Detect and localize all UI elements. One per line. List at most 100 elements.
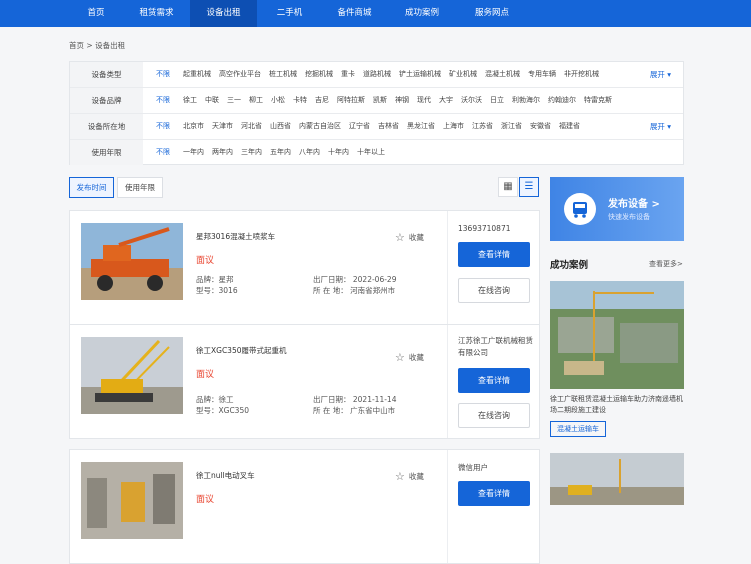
nav-equipment-rental[interactable]: 设备出租 [190,0,257,27]
filter-option[interactable]: 两年内 [212,140,233,165]
view-details-button[interactable]: 查看详情 [458,481,530,506]
filter-option[interactable]: 吉林省 [378,114,399,139]
filter-option[interactable]: 小松 [271,88,285,113]
filter-option[interactable]: 吉尼 [315,88,329,113]
equipment-photo[interactable] [81,223,183,300]
nav-success-cases[interactable]: 成功案例 [387,0,457,27]
expand-button[interactable]: 展开 ▾ [650,114,671,139]
listing-card: 徐工XGC350履带式起重机 面议 品牌：徐工 型号：XGC350 出厂日期： … [69,324,540,439]
listing-price: 面议 [196,256,215,266]
case-caption[interactable]: 徐工广联租赁混凝土运输车助力济南遥墙机场二期段施工建设 [550,394,684,416]
filter-option[interactable]: 凯斯 [373,88,387,113]
contact-info: 微信用户 [458,463,488,472]
list-view-button[interactable]: ☰ [519,177,539,197]
filter-option[interactable]: 三一 [227,88,241,113]
filter-option[interactable]: 福建省 [559,114,580,139]
filter-option[interactable]: 高空作业平台 [219,62,261,87]
favorite-button[interactable]: ☆ 收藏 [395,231,424,244]
filter-option[interactable]: 矿业机械 [449,62,477,87]
view-details-button[interactable]: 查看详情 [458,368,530,393]
case-photo[interactable] [550,453,684,505]
filter-option-any[interactable]: 不限 [156,88,170,113]
filter-option[interactable]: 阿特拉斯 [337,88,365,113]
sort-tab-publish-time[interactable]: 发布时间 [69,177,114,198]
case-tag[interactable]: 混凝土运输车 [550,421,606,437]
filter-option[interactable]: 五年内 [270,140,291,165]
sort-tab-years[interactable]: 使用年限 [117,177,163,198]
grid-icon: ▦ [503,181,513,192]
favorite-button[interactable]: ☆ 收藏 [395,470,424,483]
brand-field: 品牌：星邦 [196,275,234,284]
filter-option[interactable]: 起重机械 [183,62,211,87]
consult-online-button[interactable]: 在线咨询 [458,403,530,428]
nav-parts-mall[interactable]: 备件商城 [322,0,387,27]
filter-option[interactable]: 现代 [417,88,431,113]
filter-option[interactable]: 非开挖机械 [564,62,599,87]
filter-option[interactable]: 利勃海尔 [512,88,540,113]
filter-option[interactable]: 一年内 [183,140,204,165]
filter-option[interactable]: 专用车辆 [528,62,556,87]
filter-option[interactable]: 安徽省 [530,114,551,139]
filter-option[interactable]: 桩工机械 [269,62,297,87]
filter-option-any[interactable]: 不限 [156,62,170,87]
filter-option[interactable]: 天津市 [212,114,233,139]
cases-more-link[interactable]: 查看更多> [649,259,683,269]
equipment-photo[interactable] [81,462,183,539]
filter-option[interactable]: 辽宁省 [349,114,370,139]
filter-option[interactable]: 特雷克斯 [584,88,612,113]
filter-option[interactable]: 中联 [205,88,219,113]
listing-title[interactable]: 徐工XGC350履带式起重机 [196,345,287,356]
filter-option[interactable]: 上海市 [443,114,464,139]
filter-option[interactable]: 大宇 [439,88,453,113]
breadcrumb: 首页 > 设备出租 [69,40,125,51]
filter-option[interactable]: 徐工 [183,88,197,113]
bus-icon [564,193,596,225]
filter-option[interactable]: 江苏省 [472,114,493,139]
filter-label: 使用年限 [70,140,143,165]
nav-home[interactable]: 首页 [69,0,123,27]
breadcrumb-home[interactable]: 首页 [69,41,84,50]
listing-title[interactable]: 徐工null电动叉车 [196,470,255,481]
nav-rental-demand[interactable]: 租赁需求 [123,0,190,27]
expand-button[interactable]: 展开 ▾ [650,62,671,87]
filter-option-any[interactable]: 不限 [156,114,170,139]
case-photo[interactable] [550,281,684,389]
consult-online-button[interactable]: 在线咨询 [458,278,530,303]
top-navigation: 首页 租赁需求 设备出租 二手机 备件商城 成功案例 服务网点 [0,0,751,27]
listing-title[interactable]: 星邦3016混凝土喷浆车 [196,231,275,242]
grid-view-button[interactable]: ▦ [498,177,518,197]
filter-label: 设备所在地 [70,114,143,139]
filter-option[interactable]: 约翰迪尔 [548,88,576,113]
filter-option[interactable]: 铲土运输机械 [399,62,441,87]
filter-option[interactable]: 十年内 [328,140,349,165]
filter-option-any[interactable]: 不限 [156,140,170,165]
filter-option[interactable]: 内蒙古自治区 [299,114,341,139]
favorite-button[interactable]: ☆ 收藏 [395,351,424,364]
date-field: 出厂日期： 2021-11-14 [313,395,397,404]
filter-option[interactable]: 十年以上 [357,140,385,165]
nav-service-outlets[interactable]: 服务网点 [457,0,527,27]
filter-option[interactable]: 三年内 [241,140,262,165]
filter-option[interactable]: 卡特 [293,88,307,113]
equipment-photo[interactable] [81,337,183,414]
filter-option[interactable]: 八年内 [299,140,320,165]
view-details-button[interactable]: 查看详情 [458,242,530,267]
filter-option[interactable]: 日立 [490,88,504,113]
filter-option[interactable]: 黑龙江省 [407,114,435,139]
filter-option[interactable]: 混凝土机械 [485,62,520,87]
nav-second-hand[interactable]: 二手机 [257,0,322,27]
filter-option[interactable]: 神钢 [395,88,409,113]
star-icon: ☆ [395,470,405,483]
filter-option[interactable]: 挖掘机械 [305,62,333,87]
filter-option[interactable]: 沃尔沃 [461,88,482,113]
publish-equipment-banner[interactable]: 发布设备 > 快速发布设备 [550,177,684,241]
filter-option[interactable]: 北京市 [183,114,204,139]
filter-option[interactable]: 浙江省 [501,114,522,139]
filter-option[interactable]: 柳工 [249,88,263,113]
filter-option[interactable]: 河北省 [241,114,262,139]
filter-option[interactable]: 重卡 [341,62,355,87]
filter-option[interactable]: 山西省 [270,114,291,139]
filter-options: 不限 起重机械 高空作业平台 桩工机械 挖掘机械 重卡 道路机械 铲土运输机械 矿业机械 混凝土机… [143,62,601,87]
filter-option[interactable]: 道路机械 [363,62,391,87]
breadcrumb-current: 设备出租 [95,41,126,50]
